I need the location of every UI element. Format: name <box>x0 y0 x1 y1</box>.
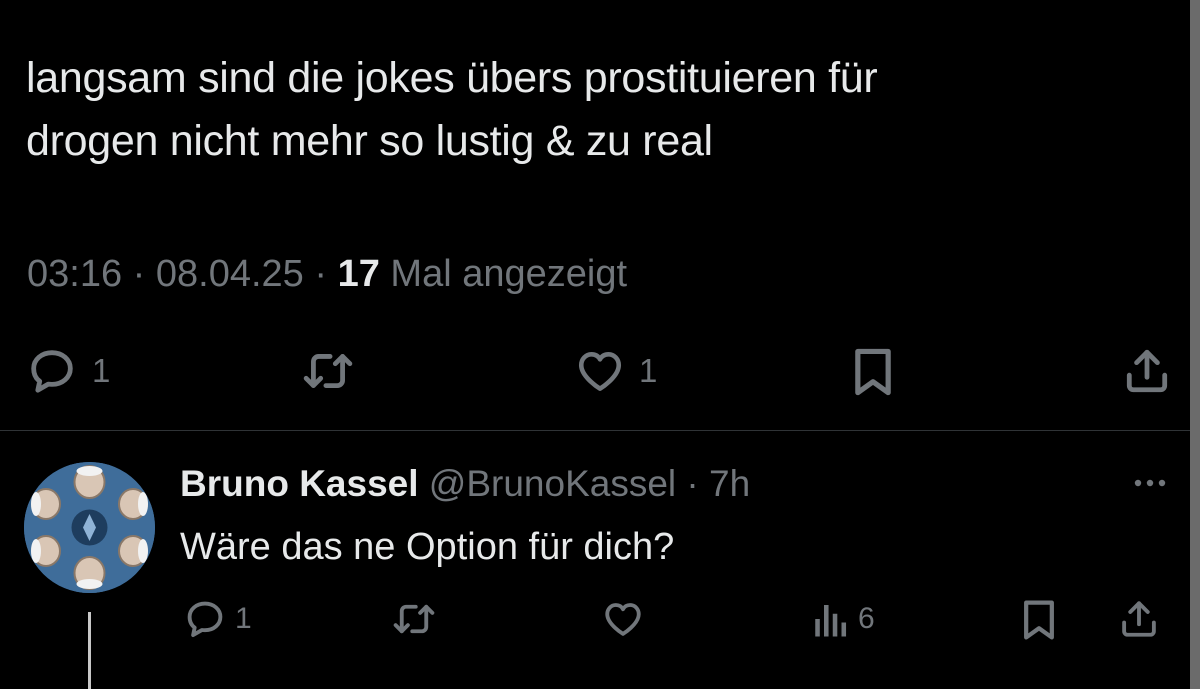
like-button[interactable]: 1 <box>575 346 657 396</box>
retweet-icon <box>303 354 353 388</box>
reply-time[interactable]: 7h <box>709 463 750 504</box>
reply-share-button[interactable] <box>1117 598 1161 640</box>
heart-icon <box>578 352 622 391</box>
reply-reply-count: 1 <box>235 602 252 635</box>
like-count: 1 <box>639 352 658 389</box>
tweet-date[interactable]: 08.04.25 <box>156 253 304 295</box>
more-button[interactable] <box>1130 468 1170 503</box>
reply-author-name[interactable]: Bruno Kassel <box>180 463 419 504</box>
reply-header: Bruno Kassel @BrunoKassel · 7h <box>180 459 750 509</box>
more-dots-icon <box>1134 479 1166 487</box>
reply-bubble-icon <box>31 350 73 393</box>
reply-views-button[interactable]: 6 <box>812 598 875 640</box>
reply-reply-button[interactable]: 1 <box>183 598 252 640</box>
avatar[interactable] <box>24 462 155 593</box>
retweet-button[interactable] <box>300 346 356 396</box>
heart-icon <box>605 603 641 636</box>
share-upload-icon <box>1122 601 1156 637</box>
scrollbar[interactable] <box>1190 0 1200 689</box>
avatar-image <box>24 462 155 593</box>
reply-views-count: 6 <box>858 602 875 635</box>
reply-bubble-icon <box>187 601 223 638</box>
divider <box>0 430 1190 431</box>
share-upload-icon <box>1126 349 1168 393</box>
meta-separator: · <box>122 253 156 295</box>
views-label: Mal angezeigt <box>379 253 628 295</box>
bookmark-button[interactable] <box>850 346 896 398</box>
bookmark-icon <box>1024 600 1054 640</box>
reply-bookmark-button[interactable] <box>1020 598 1058 642</box>
reply-author-handle[interactable]: @BrunoKassel <box>429 463 676 504</box>
thread-line <box>88 612 91 689</box>
retweet-icon <box>393 604 435 634</box>
reply-button[interactable]: 1 <box>26 346 110 396</box>
reply-like-button[interactable] <box>601 598 645 640</box>
tweet-text: langsam sind die jokes übers prostituier… <box>26 54 878 165</box>
reply-separator: · <box>676 463 710 504</box>
views-count: 17 <box>337 253 380 295</box>
views-bar-chart-icon <box>815 605 847 637</box>
tweet-time[interactable]: 03:16 <box>27 253 122 295</box>
meta-separator: · <box>303 253 338 295</box>
reply-retweet-button[interactable] <box>390 598 438 640</box>
tweet-meta: 03:16 · 08.04.25 · 17 Mal angezeigt <box>27 251 627 297</box>
reply-count: 1 <box>92 352 111 389</box>
share-button[interactable] <box>1122 346 1172 396</box>
bookmark-icon <box>855 348 891 396</box>
reply-text: Wäre das ne Option für dich? <box>180 526 675 568</box>
